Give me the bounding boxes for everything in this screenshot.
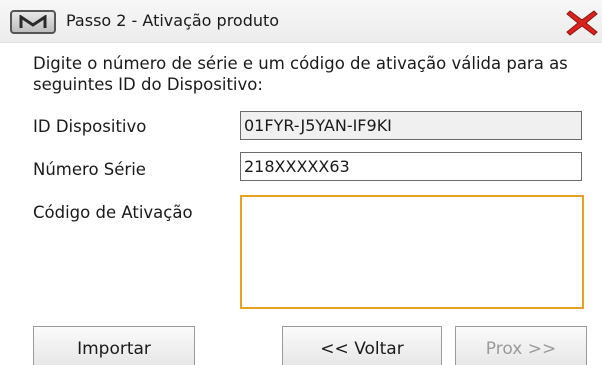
next-button[interactable]: Prox >> <box>455 326 587 365</box>
import-button[interactable]: Importar <box>33 326 195 365</box>
close-button[interactable] <box>566 8 598 38</box>
activation-code-input[interactable] <box>240 195 584 309</box>
title-bar: Passo 2 - Ativação produto <box>0 0 602 43</box>
activation-code-label: Código de Ativação <box>33 203 193 222</box>
device-id-label: ID Dispositivo <box>33 117 147 136</box>
window-title: Passo 2 - Ativação produto <box>66 11 280 30</box>
instruction-text: Digite o número de série e um código de … <box>33 54 568 94</box>
m-logo-icon <box>10 10 56 34</box>
back-button[interactable]: << Voltar <box>282 326 442 365</box>
close-x-icon <box>566 10 598 36</box>
serial-number-label: Número Série <box>33 160 146 179</box>
activation-dialog: Passo 2 - Ativação produto Digite o núme… <box>0 0 602 365</box>
serial-number-input[interactable]: 218XXXXX63 <box>240 152 582 181</box>
device-id-field: 01FYR-J5YAN-IF9KI <box>240 111 582 140</box>
